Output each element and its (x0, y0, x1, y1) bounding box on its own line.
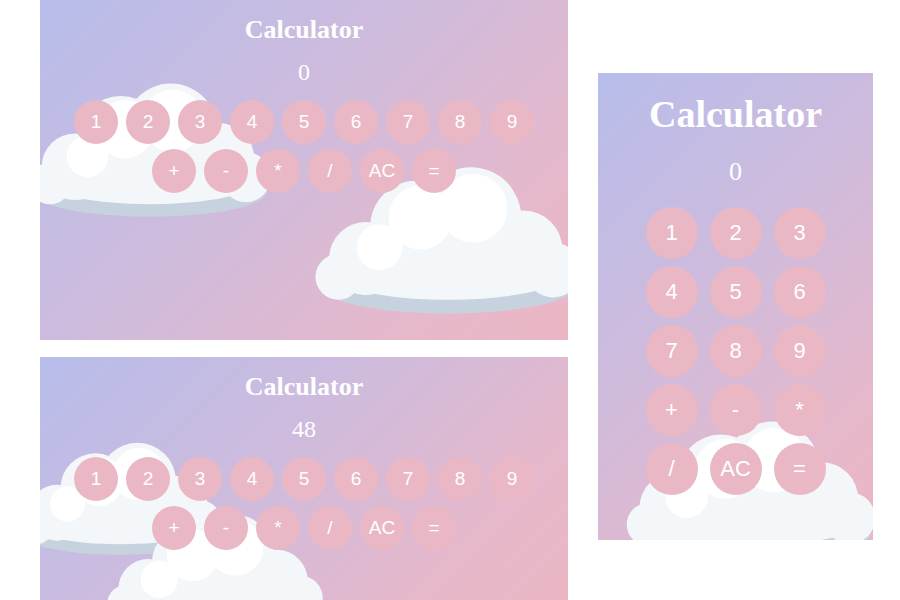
key-row: +-* (646, 384, 826, 436)
keypad: 123456789 +-*/AC= (74, 100, 534, 193)
calculator-screenshot: Calculator 0 123 456 789 +-* /AC= (598, 73, 873, 540)
calculator-key[interactable]: 1 (74, 457, 118, 501)
calculator-key[interactable]: AC (360, 149, 404, 193)
calculator-screenshot: Calculator 0 123456789 +-*/AC= (40, 0, 568, 340)
key-row: +-*/AC= (152, 506, 456, 550)
key-row: 456 (646, 266, 826, 318)
calculator-key[interactable]: = (774, 443, 826, 495)
calculator-title: Calculator (649, 92, 822, 136)
calculator-key[interactable]: * (256, 506, 300, 550)
calculator-key[interactable]: / (646, 443, 698, 495)
calculator-key[interactable]: + (152, 149, 196, 193)
calculator-key[interactable]: 6 (774, 266, 826, 318)
calculator-key[interactable]: 3 (774, 207, 826, 259)
calculator-key[interactable]: * (256, 149, 300, 193)
calculator-key[interactable]: 9 (490, 457, 534, 501)
calculator-display: 0 (298, 57, 310, 87)
calculator-key[interactable]: 5 (282, 100, 326, 144)
calculator-key[interactable]: 7 (646, 325, 698, 377)
calculator-key[interactable]: 2 (710, 207, 762, 259)
calculator-key[interactable]: 6 (334, 457, 378, 501)
calculator-key[interactable]: 3 (178, 457, 222, 501)
calculator-key[interactable]: AC (710, 443, 762, 495)
calculator-display: 0 (729, 157, 742, 187)
calculator-key[interactable]: = (412, 506, 456, 550)
calculator-key[interactable]: 4 (230, 100, 274, 144)
calculator-key[interactable]: 7 (386, 457, 430, 501)
calculator-key[interactable]: + (646, 384, 698, 436)
calculator-key[interactable]: + (152, 506, 196, 550)
calculator-key[interactable]: / (308, 506, 352, 550)
calculator-key[interactable]: 9 (774, 325, 826, 377)
calculator-key[interactable]: 6 (334, 100, 378, 144)
calculator-title: Calculator (245, 15, 363, 45)
calculator-key[interactable]: - (710, 384, 762, 436)
calculator-key[interactable]: 2 (126, 100, 170, 144)
calculator-key[interactable]: 8 (438, 100, 482, 144)
calculator-key[interactable]: AC (360, 506, 404, 550)
calculator-key[interactable]: 4 (646, 266, 698, 318)
cloud-image (40, 68, 275, 228)
key-row: 789 (646, 325, 826, 377)
right-column: Calculator 0 123 456 789 +-* /AC= (598, 73, 873, 540)
calculator-key[interactable]: 5 (282, 457, 326, 501)
calculator-key[interactable]: - (204, 149, 248, 193)
calculator-key[interactable]: / (308, 149, 352, 193)
keypad: 123 456 789 +-* /AC= (646, 207, 826, 495)
calculator-key[interactable]: 9 (490, 100, 534, 144)
calculator-key[interactable]: 1 (74, 100, 118, 144)
calculator-title: Calculator (245, 372, 363, 402)
calculator-key[interactable]: 3 (178, 100, 222, 144)
calculator-key[interactable]: = (412, 149, 456, 193)
left-column: Calculator0123456789+-*/AC=Calculator481… (40, 0, 568, 600)
calculator-key[interactable]: - (204, 506, 248, 550)
key-row: 123456789 (74, 457, 534, 501)
calculator-key[interactable]: 1 (646, 207, 698, 259)
key-row: /AC= (646, 443, 826, 495)
key-row: 123456789 (74, 100, 534, 144)
calculator-key[interactable]: 8 (438, 457, 482, 501)
calculator-screenshot: Calculator48123456789+-*/AC= (40, 357, 568, 600)
calculator-body: Calculator 0 123 456 789 +-* /AC= (646, 92, 826, 495)
key-row: 123 (646, 207, 826, 259)
calculator-key[interactable]: 7 (386, 100, 430, 144)
calculator-key[interactable]: 5 (710, 266, 762, 318)
calculator-key[interactable]: * (774, 384, 826, 436)
calculator-key[interactable]: 4 (230, 457, 274, 501)
calculator-key[interactable]: 2 (126, 457, 170, 501)
key-row: +-*/AC= (152, 149, 456, 193)
calculator-body: Calculator 0 123456789 +-*/AC= (74, 15, 534, 193)
screenshot-canvas: Calculator0123456789+-*/AC=Calculator481… (0, 0, 900, 600)
calculator-display: 48 (292, 414, 316, 444)
calculator-key[interactable]: 8 (710, 325, 762, 377)
calculator-body: Calculator48123456789+-*/AC= (74, 372, 534, 550)
keypad: 123456789 +-*/AC= (74, 457, 534, 550)
